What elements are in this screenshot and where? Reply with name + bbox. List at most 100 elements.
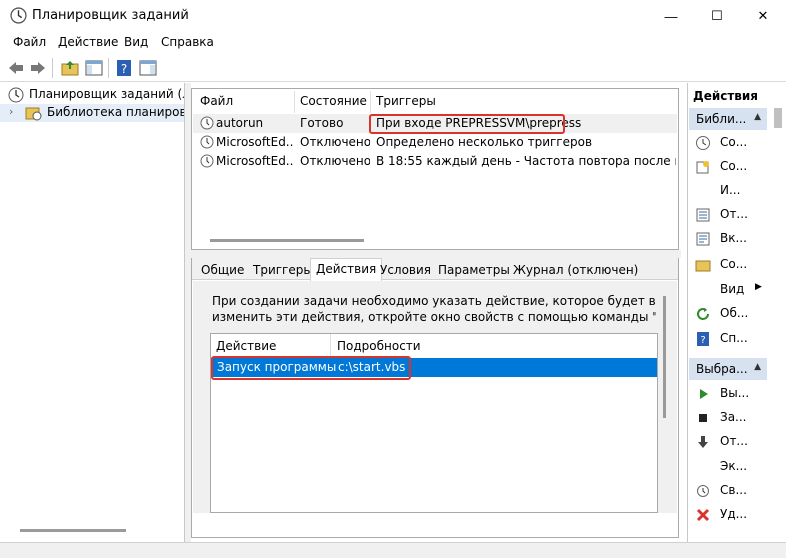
folder-clock-icon — [25, 107, 42, 121]
vertical-scrollbar-thumb[interactable] — [774, 108, 782, 128]
minimize-button[interactable]: — — [648, 0, 694, 32]
column-header-details[interactable]: Подробности — [337, 339, 421, 353]
collapse-triangle-icon[interactable]: ▲ — [754, 362, 761, 372]
action-label: От... — [720, 434, 748, 448]
tab-actions[interactable]: Действия — [310, 258, 383, 281]
column-separator[interactable] — [330, 334, 331, 356]
splitter[interactable] — [191, 250, 681, 258]
action-display-running[interactable]: От... — [689, 203, 767, 227]
title-bar: Планировщик заданий — ☐ ✕ — [0, 0, 786, 32]
action-help[interactable]: ? Сп... — [689, 327, 767, 351]
close-button[interactable]: ✕ — [740, 0, 786, 32]
submenu-arrow-icon: ▶ — [755, 282, 762, 292]
back-arrow-icon[interactable] — [6, 58, 26, 78]
column-header-triggers[interactable]: Триггеры — [376, 94, 436, 108]
action-new-folder[interactable]: Со... — [689, 253, 767, 277]
action-refresh[interactable]: Об... — [689, 302, 767, 326]
action-delete[interactable]: Уд... — [689, 503, 767, 527]
action-label: Эк... — [720, 459, 748, 473]
column-header-name[interactable]: Файл — [200, 94, 233, 108]
library-group-header[interactable]: Библи... ▲ — [689, 108, 767, 130]
task-scheduler-icon — [10, 7, 27, 24]
group-label: Библи... — [696, 112, 747, 126]
task-status: Отключено — [300, 154, 370, 168]
collapse-triangle-icon[interactable]: ▲ — [754, 112, 761, 122]
action-label: Со... — [720, 159, 748, 173]
history-icon — [696, 232, 710, 246]
refresh-icon — [697, 308, 709, 320]
tree-item-label: Планировщик заданий (Лок — [29, 87, 184, 101]
column-separator[interactable] — [294, 91, 295, 113]
help-icon: ? — [697, 332, 709, 346]
column-separator[interactable] — [370, 91, 371, 113]
highlight-annotation — [211, 356, 411, 380]
action-import-task[interactable]: И... — [689, 179, 767, 203]
menu-help[interactable]: Справка — [161, 35, 214, 49]
clock-icon — [696, 136, 710, 150]
tree-item-label: Библиотека планировщ — [47, 105, 184, 119]
tree-item-library[interactable]: › Библиотека планировщ — [0, 104, 184, 122]
folder-up-icon[interactable] — [60, 58, 80, 78]
action-label: Со... — [720, 257, 748, 271]
forward-arrow-icon[interactable] — [28, 58, 48, 78]
task-name: autorun — [216, 116, 264, 130]
action-view[interactable]: Вид ▶ — [689, 278, 767, 302]
action-create-basic-task[interactable]: Со... — [689, 131, 767, 155]
table-row[interactable]: MicrosoftEd... Отключено Определено неск… — [193, 133, 677, 152]
run-icon — [700, 389, 708, 399]
vertical-scrollbar-thumb[interactable] — [663, 296, 666, 418]
menu-view[interactable]: Вид — [124, 35, 148, 49]
clock-icon — [8, 87, 24, 103]
tab-settings[interactable]: Параметры — [433, 261, 515, 280]
action-export[interactable]: Эк... — [689, 455, 767, 479]
action-disable[interactable]: От... — [689, 430, 767, 454]
tab-conditions[interactable]: Условия — [375, 261, 436, 280]
task-name: MicrosoftEd... — [216, 135, 294, 149]
window-title: Планировщик заданий — [32, 8, 189, 23]
action-label: Об... — [720, 306, 749, 320]
maximize-button[interactable]: ☐ — [694, 0, 740, 32]
folder-icon — [695, 260, 711, 272]
help-icon[interactable]: ? — [114, 58, 134, 78]
tab-history[interactable]: Журнал (отключен) — [508, 261, 643, 280]
horizontal-scrollbar-thumb[interactable] — [20, 529, 126, 532]
action-label: Вк... — [720, 231, 747, 245]
task-trigger: В 18:55 каждый день - Частота повтора по… — [376, 154, 676, 168]
menu-file[interactable]: Файл — [13, 35, 46, 49]
properties-clock-icon — [697, 485, 709, 497]
show-hide-tree-icon[interactable] — [84, 58, 104, 78]
column-header-status[interactable]: Состояние — [300, 94, 367, 108]
toolbar-separator — [52, 58, 53, 78]
tab-general[interactable]: Общие — [196, 261, 249, 280]
table-row[interactable]: MicrosoftEd... Отключено В 18:55 каждый … — [193, 152, 677, 171]
action-create-task[interactable]: Со... — [689, 155, 767, 179]
task-clock-icon — [200, 116, 214, 130]
menu-action[interactable]: Действие — [58, 35, 118, 49]
actions-description-line: При создании задачи необходимо указать д… — [212, 294, 656, 308]
delete-x-icon — [696, 508, 710, 522]
expand-chevron-icon[interactable]: › — [9, 105, 13, 118]
highlight-annotation — [369, 114, 565, 134]
menu-bar: Файл Действие Вид Справка — [0, 32, 786, 54]
new-task-icon — [696, 161, 709, 174]
action-label: Со... — [720, 135, 748, 149]
toolbar-separator — [108, 58, 109, 78]
column-header-action[interactable]: Действие — [216, 339, 276, 353]
action-label: Вы... — [720, 386, 750, 400]
action-properties[interactable]: Св... — [689, 479, 767, 503]
task-status: Готово — [300, 116, 344, 130]
horizontal-scrollbar-thumb[interactable] — [210, 239, 364, 242]
tree-item-root[interactable]: Планировщик заданий (Лок — [0, 86, 184, 104]
selected-item-group-header[interactable]: Выбра... ▲ — [689, 358, 767, 380]
action-end[interactable]: За... — [689, 406, 767, 430]
show-action-pane-icon[interactable] — [138, 58, 158, 78]
disable-arrow-icon — [698, 436, 708, 448]
svg-text:?: ? — [700, 335, 705, 346]
stop-icon — [699, 414, 707, 422]
action-label: От... — [720, 207, 748, 221]
action-run[interactable]: Вы... — [689, 382, 767, 406]
tab-triggers[interactable]: Триггеры — [248, 261, 318, 280]
action-enable-history[interactable]: Вк... — [689, 227, 767, 251]
action-label: Уд... — [720, 507, 748, 521]
task-status: Отключено — [300, 135, 370, 149]
